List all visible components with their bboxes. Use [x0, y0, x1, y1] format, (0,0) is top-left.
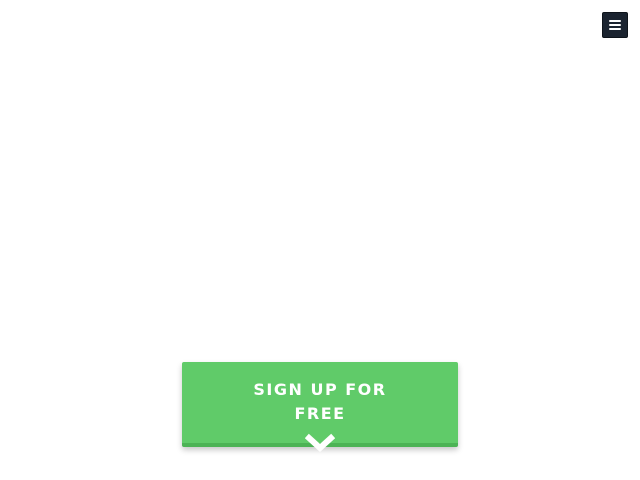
- hamburger-menu-icon-bar-bottom: [609, 28, 621, 30]
- landing-page: SIGN UP FOR FREE: [0, 0, 640, 480]
- chevron-down-icon[interactable]: [305, 433, 335, 455]
- hamburger-menu-icon-bar-top: [609, 20, 621, 22]
- menu-button[interactable]: [602, 12, 628, 38]
- hamburger-menu-icon-bar-middle: [609, 24, 621, 26]
